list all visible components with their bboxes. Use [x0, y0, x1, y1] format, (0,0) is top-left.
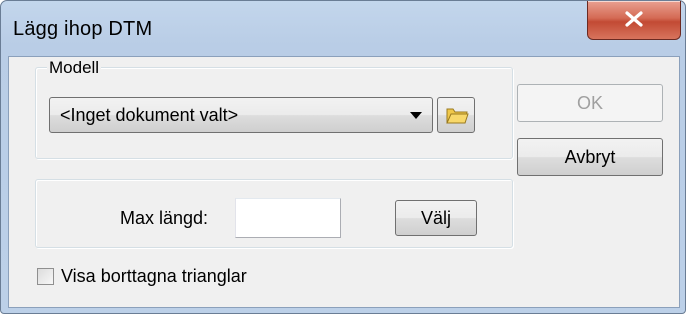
document-select[interactable]: <Inget dokument valt>	[49, 97, 433, 133]
document-select-value: <Inget dokument valt>	[60, 105, 239, 125]
show-removed-label[interactable]: Visa borttagna trianglar	[61, 266, 247, 287]
model-legend: Modell	[47, 58, 102, 78]
show-removed-checkbox[interactable]	[37, 268, 54, 285]
dialog-body: Modell <Inget dokument valt> OK Avbryt M…	[8, 56, 680, 308]
window-title: Lägg ihop DTM	[13, 18, 153, 40]
close-icon	[625, 11, 643, 27]
chevron-down-icon	[410, 112, 422, 119]
dialog-window: Lägg ihop DTM Modell <Inget dokument val…	[0, 0, 686, 314]
ok-button[interactable]: OK	[517, 84, 663, 122]
max-length-input[interactable]	[235, 198, 341, 238]
close-button[interactable]	[587, 1, 681, 40]
max-length-label: Max längd:	[120, 208, 209, 228]
folder-icon	[446, 108, 469, 124]
browse-button[interactable]	[437, 97, 475, 133]
cancel-button[interactable]: Avbryt	[517, 138, 663, 176]
choose-button[interactable]: Välj	[395, 200, 477, 236]
